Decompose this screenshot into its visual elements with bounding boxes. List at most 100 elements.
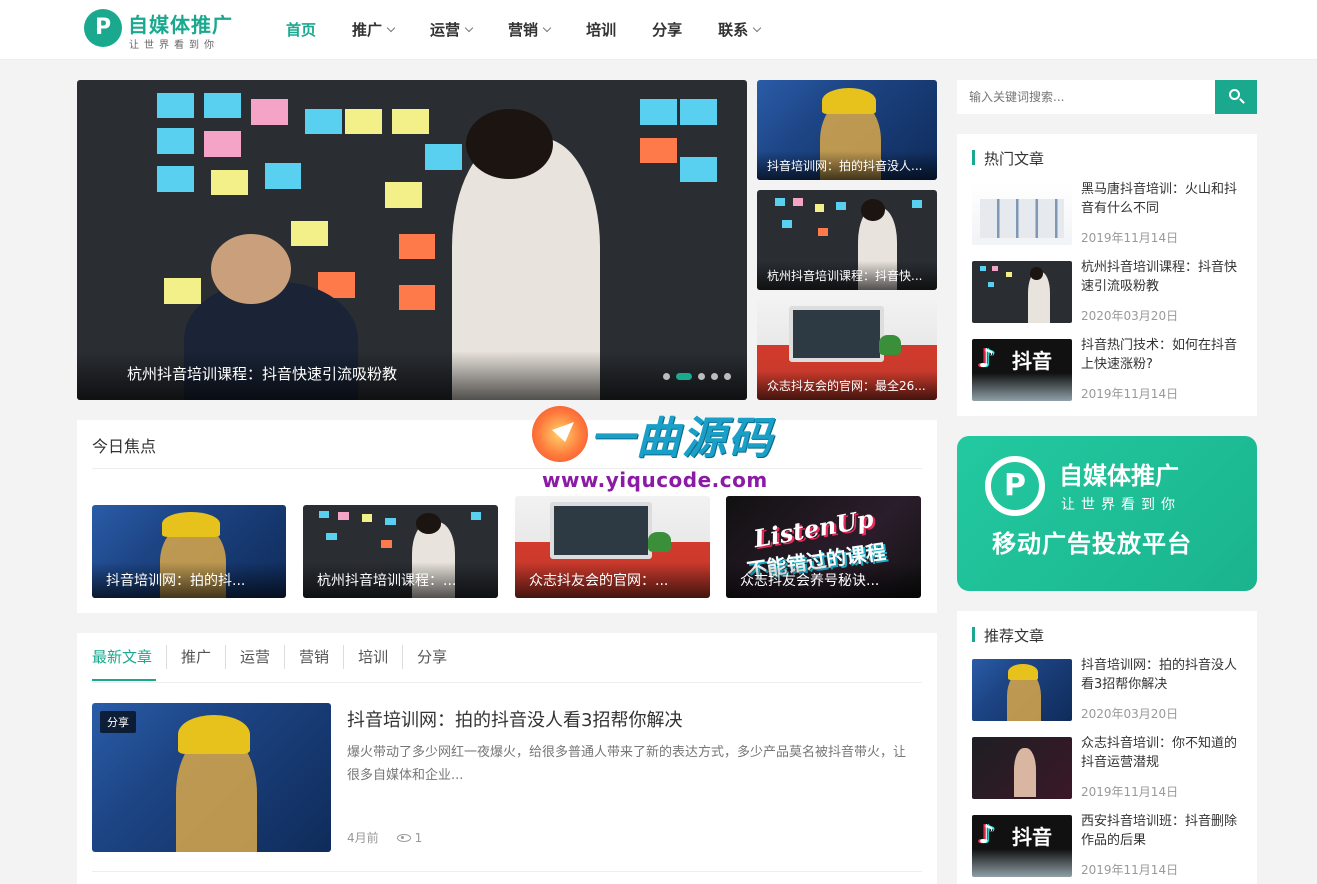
hot-item-date: 2019年11月14日 [1081,231,1179,245]
site-logo[interactable]: P 自媒体推广 让世界看到你 [84,9,234,51]
search-input[interactable] [957,80,1215,114]
recommend-item-date: 2019年11月14日 [1081,863,1179,877]
recommend-item-title[interactable]: 众志抖音培训：你不知道的抖音运营潜规 [1081,734,1241,772]
hot-item[interactable]: ♪ 抖音 抖音热门技术：如何在抖音上快速涨粉? 2019年11月14日 [972,336,1242,401]
search-button[interactable] [1215,80,1257,114]
slider-side-caption: 杭州抖音培训课程：抖音快... [757,261,937,290]
nav-item-contact[interactable]: 联系 [700,0,778,60]
focus-item[interactable]: 众志抖友会的官网：... [515,496,710,598]
ad-title: 自媒体推广 [1059,462,1179,490]
slider-side-caption: 众志抖友会的官网：最全26... [757,371,937,400]
site-header: P 自媒体推广 让世界看到你 首页 推广 运营 营销 培训 分享 联系 [0,0,1317,60]
logo-tagline: 让世界看到你 [129,40,219,51]
tab-promote[interactable]: 推广 [167,645,227,669]
focus-item[interactable]: ListenUp 不能错过的课程 众志抖友会养号秘诀... [726,496,921,598]
chevron-down-icon [464,23,474,33]
slider-dot[interactable] [663,373,670,380]
nav-label: 首页 [286,21,317,39]
main-nav: 首页 推广 运营 营销 培训 分享 联系 [268,0,778,60]
focus-caption: 众志抖友会的官网：... [515,562,710,598]
thumb-text: 抖音 [1012,349,1052,374]
hot-title: 热门文章 [972,148,1044,169]
recommend-item[interactable]: 抖音培训网：拍的抖音没人看3招帮你解决 2020年03月20日 [972,656,1242,721]
category-badge[interactable]: 分享 [100,711,136,733]
recommend-item-title[interactable]: 西安抖音培训班：抖音删除作品的后果 [1081,812,1241,850]
recommend-thumb[interactable] [972,737,1072,799]
focus-panel: 今日焦点 抖音培训网：拍的抖... 杭州抖音培训课程：... 众志抖友会的官网：… [77,420,937,613]
logo-title: 自媒体推广 [128,13,233,37]
nav-item-home[interactable]: 首页 [268,0,334,60]
recommend-item-date: 2020年03月20日 [1081,707,1179,721]
post-thumbnail[interactable]: 分享 [92,703,331,852]
views-count: 1 [414,830,423,845]
nav-label: 联系 [718,21,749,39]
slider-dot[interactable] [724,373,731,380]
hot-item-title[interactable]: 抖音热门技术：如何在抖音上快速涨粉? [1081,336,1241,374]
recommend-panel: 推荐文章 抖音培训网：拍的抖音没人看3招帮你解决 2020年03月20日 众志抖… [957,611,1257,884]
ad-subtitle: 让世界看到你 [1061,497,1181,513]
slider-dots [663,373,731,380]
recommend-title: 推荐文章 [972,625,1044,646]
hot-item-title[interactable]: 杭州抖音培训课程：抖音快速引流吸粉教 [1081,258,1241,296]
nav-item-share[interactable]: 分享 [634,0,700,60]
post-excerpt: 爆火带动了多少网红一夜爆火，给很多普通人带来了新的表达方式，多少产品莫名被抖音带… [347,745,907,783]
nav-item-marketing[interactable]: 营销 [490,0,568,60]
tab-marketing[interactable]: 营销 [285,645,345,669]
slider-dot[interactable] [711,373,718,380]
focus-caption: 抖音培训网：拍的抖... [92,562,286,598]
hot-item-date: 2020年03月20日 [1081,309,1179,323]
hot-item[interactable]: 杭州抖音培训课程：抖音快速引流吸粉教 2020年03月20日 [972,258,1242,323]
slider-side-item[interactable]: 杭州抖音培训课程：抖音快... [757,190,937,290]
hot-thumb[interactable] [972,183,1072,245]
logo-icon: P [84,9,122,47]
hero-caption: 杭州抖音培训课程：抖音快速引流吸粉教 [77,351,747,400]
tiktok-icon: ♪ [978,343,995,374]
focus-title: 今日焦点 [92,437,157,456]
focus-item[interactable]: 杭州抖音培训课程：... [303,505,498,598]
tab-training[interactable]: 培训 [344,645,404,669]
tab-operate[interactable]: 运营 [226,645,286,669]
slider-side-item[interactable]: 抖音培训网：拍的抖音没人... [757,80,937,180]
hot-thumb[interactable]: ♪ 抖音 [972,339,1072,401]
nav-label: 营销 [508,21,539,39]
slider-dot-active[interactable] [676,373,692,380]
hot-thumb[interactable] [972,261,1072,323]
focus-item[interactable]: 抖音培训网：拍的抖... [92,505,286,598]
latest-panel: 最新文章 推广 运营 营销 培训 分享 分享 抖音培训网：拍的抖音没人看3招帮你… [77,633,937,884]
nav-label: 培训 [586,21,617,39]
hot-item[interactable]: 黑马唐抖音培训：火山和抖音有什么不同 2019年11月14日 [972,180,1242,245]
ad-banner[interactable]: P 自媒体推广 让世界看到你 移动广告投放平台 [957,436,1257,591]
slider-side-item[interactable]: 众志抖友会的官网：最全26... [757,300,937,400]
post-views: 1 [396,830,423,845]
hot-panel: 热门文章 黑马唐抖音培训：火山和抖音有什么不同 2019年11月14日 杭州抖音… [957,134,1257,416]
nav-item-promote[interactable]: 推广 [334,0,412,60]
recommend-item-title[interactable]: 抖音培训网：拍的抖音没人看3招帮你解决 [1081,656,1241,694]
recommend-item-date: 2019年11月14日 [1081,785,1179,799]
recommend-thumb[interactable] [972,659,1072,721]
recommend-item[interactable]: 众志抖音培训：你不知道的抖音运营潜规 2019年11月14日 [972,734,1242,799]
nav-item-training[interactable]: 培训 [568,0,634,60]
nav-item-operate[interactable]: 运营 [412,0,490,60]
tiktok-icon: ♪ [978,819,995,850]
post-meta: 4月前 1 [347,829,422,846]
tab-active-underline [92,679,156,681]
hero-slide[interactable]: 杭州抖音培训课程：抖音快速引流吸粉教 [77,80,747,400]
chevron-down-icon [386,23,396,33]
tab-share[interactable]: 分享 [403,645,461,669]
slider-side-caption: 抖音培训网：拍的抖音没人... [757,151,937,180]
ad-slogan: 移动广告投放平台 [992,530,1192,558]
nav-label: 推广 [352,21,383,39]
post-title[interactable]: 抖音培训网：拍的抖音没人看3招帮你解决 [347,706,682,732]
focus-caption: 杭州抖音培训课程：... [303,562,498,598]
thumb-text: 抖音 [1012,825,1052,850]
tab-latest[interactable]: 最新文章 [92,645,168,669]
recommend-item[interactable]: ♪ 抖音 西安抖音培训班：抖音删除作品的后果 2019年11月14日 [972,812,1242,877]
hot-item-date: 2019年11月14日 [1081,387,1179,401]
eye-icon [396,834,411,842]
hot-item-title[interactable]: 黑马唐抖音培训：火山和抖音有什么不同 [1081,180,1241,218]
recommend-thumb[interactable]: ♪ 抖音 [972,815,1072,877]
nav-label: 运营 [430,21,461,39]
chevron-down-icon [542,23,552,33]
chevron-down-icon [752,23,762,33]
slider-dot[interactable] [698,373,705,380]
